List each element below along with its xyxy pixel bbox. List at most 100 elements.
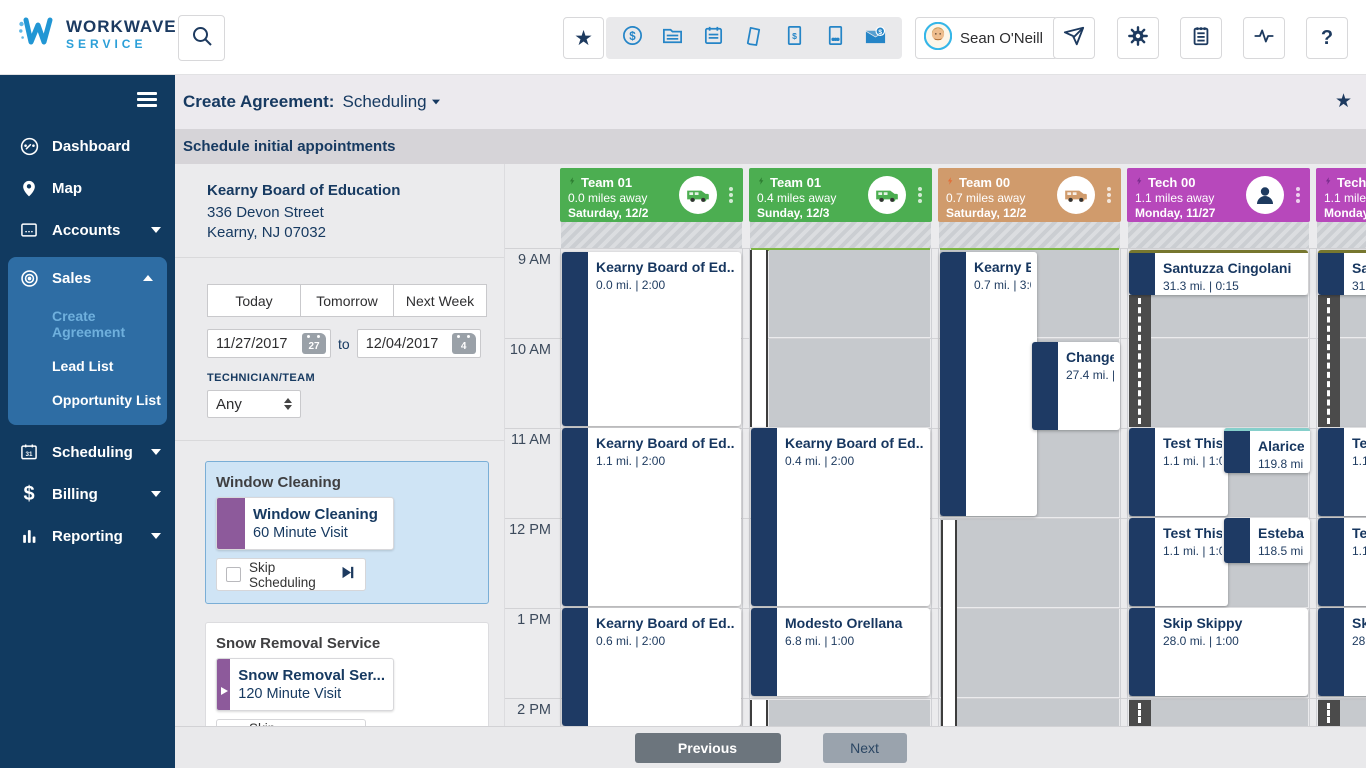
- column-menu-button[interactable]: [725, 185, 737, 205]
- invoice-icon: $: [783, 24, 806, 52]
- sidebar-item-accounts[interactable]: Accounts: [0, 209, 175, 251]
- sidebar-item-create-agreement[interactable]: Create Agreement: [8, 299, 167, 349]
- service-chip[interactable]: Snow Removal Ser... 120 Minute Visit: [216, 658, 394, 711]
- service-color-bar: [217, 659, 230, 710]
- event-subtitle: 0.0 mi. | 2:00: [596, 278, 735, 292]
- calendar-event[interactable]: Kearny Board of Ed... 0.0 mi. | 2:00: [562, 252, 741, 426]
- service-group-label: Snow Removal Service: [216, 635, 478, 652]
- appointments-button[interactable]: [696, 21, 730, 55]
- sidebar-item-dashboard[interactable]: Dashboard: [0, 125, 175, 167]
- pulse-icon: [1253, 25, 1275, 52]
- service-chip[interactable]: Window Cleaning 60 Minute Visit: [216, 497, 394, 550]
- calendar-event[interactable]: Kearny Board of Ed... 0.4 mi. | 2:00: [751, 428, 930, 606]
- breadcrumb-title: Create Agreement:: [183, 92, 334, 112]
- resource-name: Tech 00: [1337, 175, 1366, 190]
- calendar-event[interactable]: Skip Skippy 28.0 mi. | 1:00: [1318, 608, 1366, 696]
- technician-team-value: Any: [216, 396, 242, 413]
- resource-header-team00: Team 00 0.7 miles away Saturday, 12/2: [938, 168, 1121, 222]
- unavailable-hatch: [939, 222, 1120, 248]
- calendar-event[interactable]: Kearny Board of Ed... 0.7 mi. | 3:00: [940, 252, 1037, 516]
- technician-team-select[interactable]: Any: [207, 390, 301, 418]
- date-from-value: 11/27/2017: [216, 336, 288, 352]
- event-subtitle: 6.8 mi. | 1:00: [785, 634, 924, 648]
- calendar-event[interactable]: Skip Skippy 28.0 mi. | 1:00: [1129, 608, 1308, 696]
- calendar-event[interactable]: Alarice G 119.8 mi. |: [1224, 428, 1310, 473]
- person-icon: [1246, 176, 1284, 214]
- breadcrumb-mode-dropdown[interactable]: Scheduling: [342, 92, 440, 112]
- sidebar-item-label: Sales: [52, 270, 143, 287]
- van-icon: [1057, 176, 1095, 214]
- calendar-picker-icon[interactable]: 27: [302, 333, 326, 354]
- sidebar-item-map[interactable]: Map: [0, 167, 175, 209]
- date-to-input[interactable]: 12/04/2017 4: [357, 329, 481, 358]
- gap-strip: [750, 700, 768, 726]
- play-icon: [218, 684, 230, 702]
- time-label: 10 AM: [509, 342, 551, 358]
- send-button[interactable]: [1053, 17, 1095, 59]
- sidebar-item-label: Dashboard: [52, 138, 161, 155]
- workwave-logo: WORKWAVE SERVICE: [18, 14, 177, 53]
- activity-button[interactable]: [1243, 17, 1285, 59]
- help-button[interactable]: ?: [1306, 17, 1348, 59]
- dollar-circle-icon: $: [621, 24, 644, 52]
- next-week-button[interactable]: Next Week: [394, 284, 487, 317]
- calendar-event[interactable]: Kearny Board of Ed... 1.1 mi. | 2:00: [562, 428, 741, 606]
- skip-scheduling-toggle[interactable]: Skip Scheduling: [216, 558, 366, 591]
- time-label: 1 PM: [509, 612, 551, 628]
- calendar-event[interactable]: Change 27.4 mi. | 1:00: [1032, 342, 1120, 430]
- column-menu-button[interactable]: [914, 185, 926, 205]
- sidebar-item-lead-list[interactable]: Lead List: [8, 349, 167, 383]
- sales-target-icon: [18, 267, 40, 289]
- event-subtitle: 1.1 mi. | 2:00: [596, 454, 735, 468]
- date-to-value: 12/04/2017: [366, 336, 439, 352]
- calendar-event[interactable]: Modesto Orellana 6.8 mi. | 1:00: [751, 608, 930, 696]
- calendar-event[interactable]: Kearny Board of Ed... 0.6 mi. | 2:00: [562, 608, 741, 726]
- event-subtitle: 0.4 mi. | 2:00: [785, 454, 924, 468]
- customer-name: Kearny Board of Education: [207, 182, 504, 199]
- date-from-input[interactable]: 11/27/2017 27: [207, 329, 331, 358]
- documents-button[interactable]: [656, 21, 690, 55]
- dollar-icon: $: [18, 483, 40, 505]
- calendar-event[interactable]: Santuzza Cingolani 31.3 mi. | 0:15: [1129, 250, 1308, 295]
- event-subtitle: 1.1 mi. | 1:00: [1163, 544, 1222, 558]
- sidebar-item-opportunity-list[interactable]: Opportunity List: [8, 383, 167, 417]
- service-duration: 60 Minute Visit: [253, 525, 378, 541]
- favorites-button[interactable]: ★: [563, 17, 604, 59]
- service-card-window-cleaning[interactable]: Window Cleaning Window Cleaning 60 Minut…: [205, 461, 489, 604]
- notepad-button[interactable]: [1180, 17, 1222, 59]
- invoice-button[interactable]: $: [778, 21, 812, 55]
- checkbox[interactable]: [226, 567, 241, 582]
- event-subtitle: 1.1 mi. | 1:00: [1163, 454, 1222, 468]
- sidebar-item-billing[interactable]: $ Billing: [0, 473, 175, 515]
- menu-toggle-icon[interactable]: [137, 92, 159, 107]
- settings-button[interactable]: [1117, 17, 1159, 59]
- payments-button[interactable]: $: [615, 21, 649, 55]
- user-menu[interactable]: Sean O'Neill: [915, 17, 1058, 59]
- previous-button[interactable]: Previous: [635, 733, 781, 763]
- calendar-event[interactable]: Test This 1.1 mi. | 1:00: [1318, 518, 1366, 606]
- next-button[interactable]: Next: [823, 733, 907, 763]
- time-label: 11 AM: [509, 432, 551, 448]
- calendar-event[interactable]: Santuzza Cingolani 31.3 mi. | 0:15: [1318, 250, 1366, 295]
- column-menu-button[interactable]: [1292, 185, 1304, 205]
- payment-envelope-button[interactable]: $: [859, 21, 893, 55]
- tags-button[interactable]: [737, 21, 771, 55]
- tomorrow-button[interactable]: Tomorrow: [301, 284, 394, 317]
- service-name: Snow Removal Ser...: [238, 667, 385, 684]
- sidebar-item-scheduling[interactable]: 31 Scheduling: [0, 431, 175, 473]
- busy-block: [769, 339, 930, 427]
- sidebar-item-sales[interactable]: Sales: [8, 257, 167, 299]
- calendar-event[interactable]: Test This 1.1 mi. | 1:00: [1129, 428, 1228, 516]
- calendar-event[interactable]: Test This 1.1 mi. | 1:00: [1129, 518, 1228, 606]
- column-menu-button[interactable]: [1103, 185, 1115, 205]
- calendar-picker-icon[interactable]: 4: [452, 333, 476, 354]
- today-button[interactable]: Today: [207, 284, 301, 317]
- calendar-event[interactable]: Esteban 118.5 mi. |: [1224, 518, 1310, 563]
- notes-document-button[interactable]: [818, 21, 852, 55]
- favorite-star-icon[interactable]: ★: [1335, 90, 1352, 113]
- calendar-event[interactable]: Test This 1.1 mi. | 1:00: [1318, 428, 1366, 516]
- search-button[interactable]: [178, 15, 225, 61]
- bolt-icon: [1324, 175, 1333, 190]
- sidebar-item-reporting[interactable]: Reporting: [0, 515, 175, 557]
- busy-block: [769, 700, 930, 726]
